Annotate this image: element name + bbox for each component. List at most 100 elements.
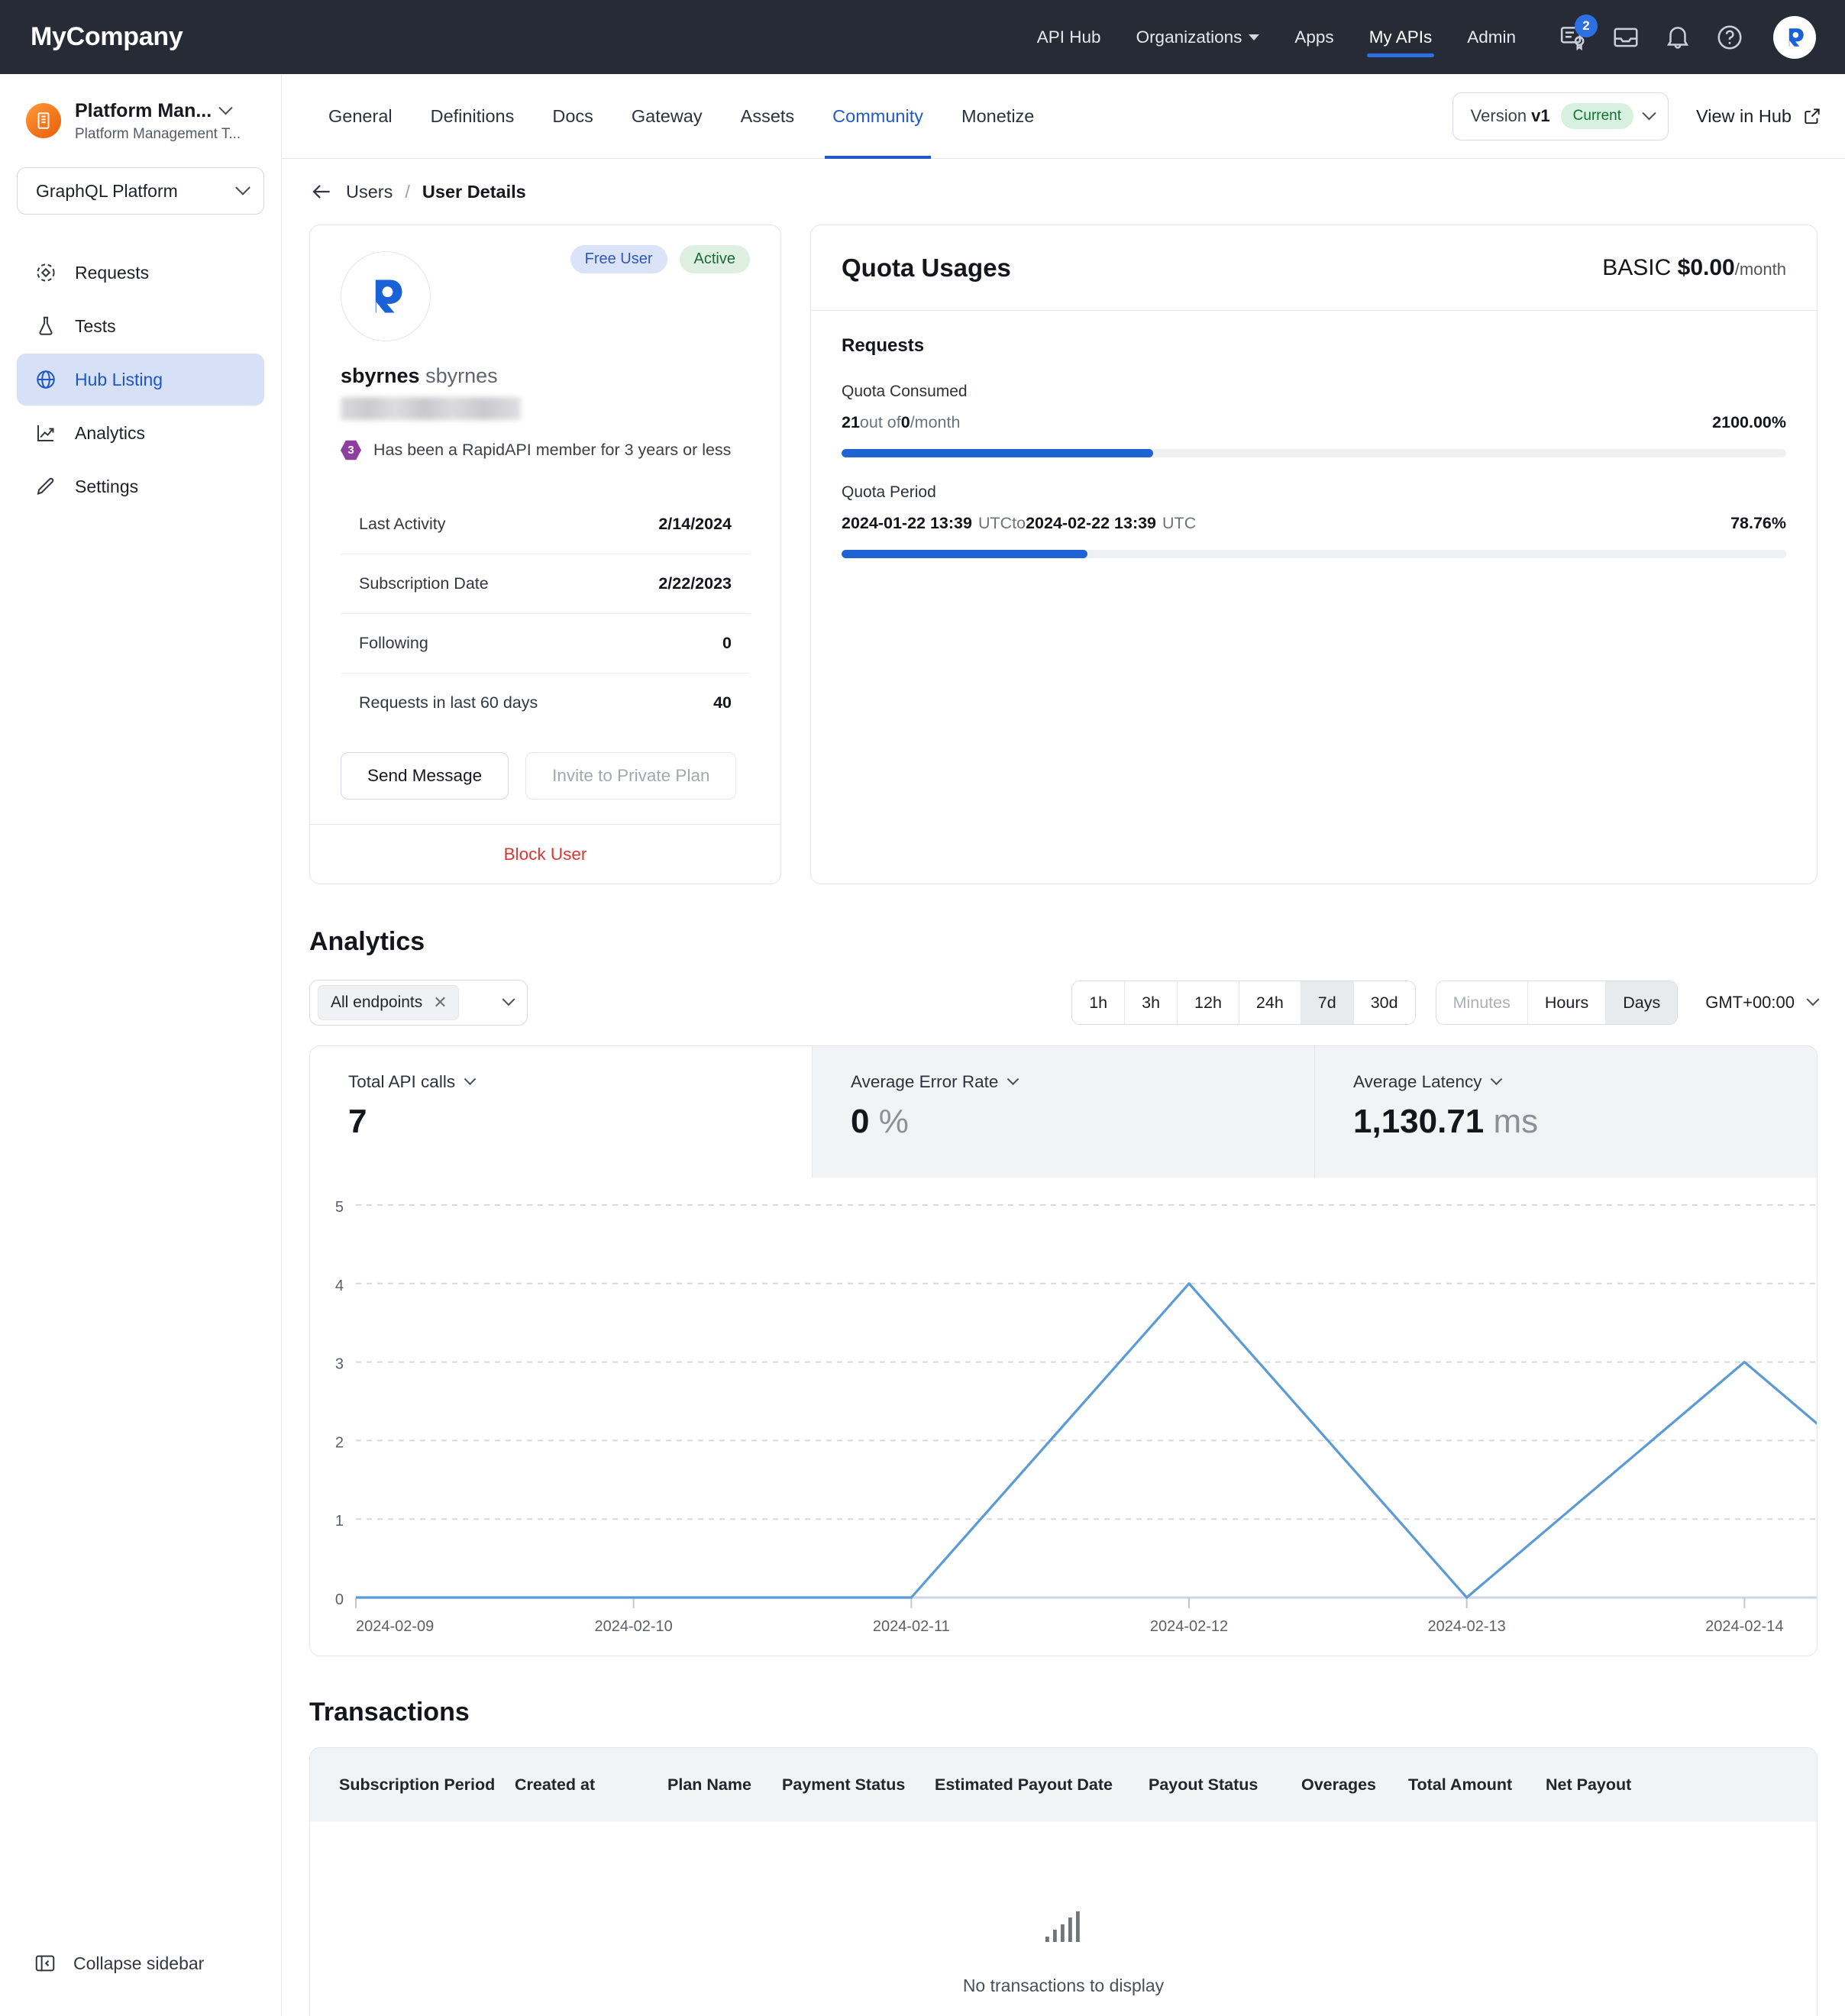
tab-general[interactable]: General [309, 74, 412, 159]
granularity-minutes[interactable]: Minutes [1436, 981, 1527, 1024]
range-24h[interactable]: 24h [1238, 981, 1301, 1024]
block-user-button[interactable]: Block User [310, 824, 780, 884]
quota-card-header: Quota Usages BASIC $0.00/month [811, 225, 1817, 311]
org-name: Platform Man... [75, 100, 212, 121]
version-label: Version v1 [1471, 106, 1550, 126]
quota-period-percent: 78.76% [1730, 514, 1786, 532]
tab-label: General [328, 105, 393, 126]
avatar[interactable] [1773, 15, 1816, 59]
org-switcher[interactable]: Platform Man... Platform Management T... [0, 74, 281, 143]
stat-value: 40 [713, 693, 732, 712]
user-stats: Last Activity 2/14/2024 Subscription Dat… [341, 494, 750, 732]
top-nav-item-organizations[interactable]: Organizations [1119, 0, 1278, 74]
breadcrumb-separator: / [405, 181, 410, 202]
api-selector[interactable]: GraphQL Platform [17, 167, 264, 215]
top-nav-item-apps[interactable]: Apps [1277, 0, 1351, 74]
column-header: Overages [1301, 1775, 1377, 1794]
sidebar-item-settings[interactable]: Settings [17, 460, 264, 512]
tab-community[interactable]: Community [813, 74, 942, 159]
version-selector[interactable]: Version v1 Current [1452, 92, 1669, 141]
granularity-hours[interactable]: Hours [1527, 981, 1606, 1024]
invite-to-private-plan-button[interactable]: Invite to Private Plan [525, 752, 737, 800]
globe-icon [34, 367, 58, 392]
close-icon[interactable]: ✕ [433, 994, 447, 1011]
metric-label: Total API calls [348, 1072, 456, 1091]
chevron-down-icon [1249, 34, 1260, 40]
chevron-down-icon [464, 1072, 477, 1085]
tab-label: Community [832, 105, 924, 126]
sidebar-item-requests[interactable]: Requests [17, 247, 264, 299]
certificate-icon[interactable]: 2 [1559, 14, 1598, 52]
back-arrow-icon[interactable] [309, 179, 334, 204]
column-header: Payout Status [1149, 1775, 1259, 1794]
send-message-button[interactable]: Send Message [341, 752, 509, 800]
sidebar-item-analytics[interactable]: Analytics [17, 407, 264, 459]
metric-label-row[interactable]: Total API calls [348, 1072, 780, 1092]
user-action-buttons: Send Message Invite to Private Plan [310, 732, 780, 824]
stat-value: 0 [722, 634, 732, 652]
chevron-down-icon[interactable] [218, 101, 233, 115]
view-in-hub-button[interactable]: View in Hub [1696, 106, 1822, 127]
endpoint-select[interactable]: All endpoints ✕ [309, 980, 528, 1026]
brand-logo[interactable]: MyCompany [31, 22, 183, 52]
top-nav-item-admin[interactable]: Admin [1449, 0, 1533, 74]
granularity-days[interactable]: Days [1605, 981, 1678, 1024]
stat-value: 2/22/2023 [658, 574, 732, 593]
api-calls-line-chart: 0 1 2 3 4 5 2024-02-09 2024-02-10 2024-02-11 2024… [310, 1178, 1817, 1656]
tab-definitions[interactable]: Definitions [412, 74, 534, 159]
top-icon-group: 2 [1559, 14, 1816, 59]
range-3h[interactable]: 3h [1124, 981, 1178, 1024]
top-nav-item-api-hub[interactable]: API Hub [1019, 0, 1119, 74]
inbox-icon[interactable] [1611, 23, 1640, 52]
tab-label: Assets [740, 105, 795, 126]
endpoint-chip[interactable]: All endpoints ✕ [318, 985, 459, 1020]
bell-icon[interactable] [1663, 23, 1692, 52]
chevron-down-icon [1642, 105, 1656, 120]
chevron-down-icon [1806, 993, 1820, 1006]
range-30d[interactable]: 30d [1352, 981, 1415, 1024]
svg-text:2024-02-14: 2024-02-14 [1705, 1618, 1783, 1635]
svg-text:2024-02-12: 2024-02-12 [1150, 1618, 1228, 1635]
quota-period-end: 2024-02-22 13:39 [1026, 514, 1157, 532]
metric-label-row[interactable]: Average Latency [1353, 1072, 1785, 1092]
column-header: Plan Name [667, 1775, 751, 1794]
range-7d[interactable]: 7d [1300, 981, 1353, 1024]
stat-key: Subscription Date [359, 574, 489, 593]
tab-docs[interactable]: Docs [533, 74, 612, 159]
metrics-row: Total API calls 7 Average Error Rate 0 %… [310, 1046, 1817, 1178]
stat-row: Requests in last 60 days 40 [341, 673, 750, 732]
range-1h[interactable]: 1h [1072, 981, 1125, 1024]
version-current-badge: Current [1560, 103, 1634, 129]
user-email-redacted [341, 397, 521, 420]
sidebar-item-tests[interactable]: Tests [17, 300, 264, 352]
sidebar-item-hub-listing[interactable]: Hub Listing [17, 354, 264, 405]
tab-monetize[interactable]: Monetize [942, 74, 1053, 159]
stat-row: Following 0 [341, 613, 750, 673]
top-nav-item-my-apis[interactable]: My APIs [1352, 0, 1450, 74]
api-selector-value: GraphQL Platform [36, 180, 178, 201]
breadcrumb-parent[interactable]: Users [346, 182, 393, 202]
quota-consumed-limit-suffix: /month [910, 413, 961, 431]
tab-gateway[interactable]: Gateway [612, 74, 722, 159]
user-display-name: sbyrnes [425, 364, 498, 387]
svg-text:2024-02-09: 2024-02-09 [356, 1618, 434, 1635]
main-content: General Definitions Docs Gateway Assets … [282, 74, 1845, 2016]
stat-key: Last Activity [359, 514, 446, 533]
transactions-empty-label: No transactions to display [962, 1975, 1165, 1995]
view-in-hub-label: View in Hub [1696, 105, 1792, 126]
metric-label-row[interactable]: Average Error Rate [851, 1072, 1282, 1092]
bar-chart-icon [1045, 1911, 1080, 1942]
top-bar: MyCompany API Hub Organizations Apps My … [0, 0, 1845, 74]
collapse-sidebar-button[interactable]: Collapse sidebar [0, 1952, 281, 1975]
help-circle-icon[interactable] [1715, 23, 1744, 52]
stat-key: Following [359, 634, 428, 652]
sidebar-item-label: Analytics [75, 422, 146, 443]
quota-consumed-mid: out of [859, 413, 901, 431]
tab-assets[interactable]: Assets [722, 74, 814, 159]
chevron-down-icon [1007, 1072, 1019, 1085]
column-header: Estimated Payout Date [935, 1775, 1113, 1794]
timezone-selector[interactable]: GMT+00:00 [1705, 993, 1820, 1013]
metric-unit: % [878, 1103, 909, 1140]
range-12h[interactable]: 12h [1177, 981, 1239, 1024]
quota-consumed-line: 21 out of 0 /month 2100.00% [842, 413, 1786, 432]
